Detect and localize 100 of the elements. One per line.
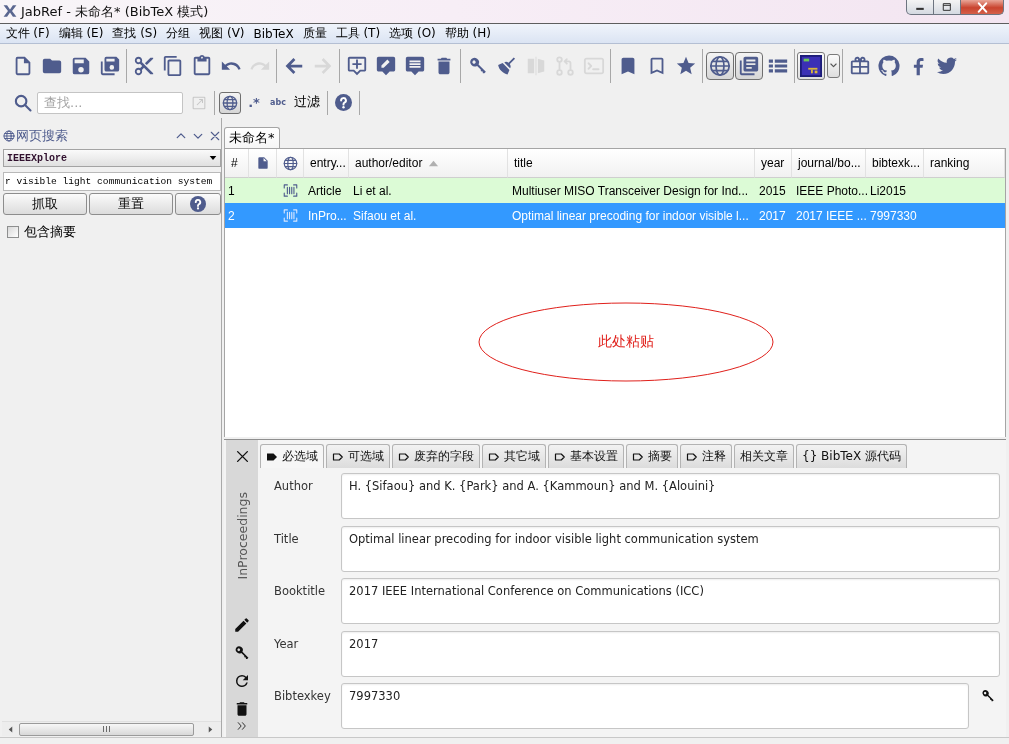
menu-item[interactable]: 文件 (F) <box>1 25 55 42</box>
copy-icon[interactable] <box>161 54 184 77</box>
stacked-pages-icon <box>737 54 760 77</box>
app-tile-icon <box>800 54 822 77</box>
field-label: Author <box>273 478 314 495</box>
comment-pencil-icon[interactable] <box>374 54 397 77</box>
column-header[interactable]: ranking <box>924 149 1005 178</box>
file-icon <box>255 156 270 170</box>
dropdown-button[interactable] <box>827 53 840 78</box>
fetch-button[interactable]: 抓取 <box>3 193 87 215</box>
table-cell-text: 7997330 <box>869 207 918 225</box>
comment-plus-icon[interactable] <box>345 54 368 77</box>
column-header[interactable]: entry... <box>304 149 349 178</box>
column-header[interactable] <box>249 149 277 178</box>
menu-item[interactable]: 选项 (O) <box>384 25 441 42</box>
editor-tab[interactable]: 摘要 <box>626 444 678 468</box>
library-tab[interactable]: 未命名* <box>224 127 280 148</box>
table-cell-text: Li et al. <box>352 182 393 200</box>
annotation-text: 此处粘贴 <box>598 333 654 351</box>
editor-tab[interactable]: 必选域 <box>260 444 324 468</box>
global-search-toggle[interactable] <box>219 91 241 114</box>
editor-tab[interactable]: 可选域 <box>326 444 390 468</box>
app-button[interactable] <box>797 51 825 80</box>
table-cell-text: 2015 <box>758 182 787 200</box>
field-label: Bibtexkey <box>273 688 332 705</box>
pencil-icon[interactable] <box>233 616 251 634</box>
regex-toggle[interactable]: .* <box>243 91 265 114</box>
reset-button[interactable]: 重置 <box>89 193 173 215</box>
web-search-toggle[interactable] <box>705 51 734 80</box>
menu-item[interactable]: BibTeX <box>249 26 299 41</box>
chevron-down-icon[interactable] <box>193 131 203 141</box>
table-cell-text: 2017 <box>758 207 787 225</box>
menu-item[interactable]: 工具 (T) <box>331 25 385 42</box>
maximize-button[interactable] <box>934 0 961 15</box>
entry-editor-toggle[interactable] <box>734 51 763 80</box>
text-field[interactable]: 2017 IEEE International Conference on Communications (ICC) <box>341 578 1000 624</box>
table-cell-text: IEEE Photo... <box>795 182 866 200</box>
table-cell-text: 2 <box>227 207 236 225</box>
text-field[interactable]: 2017 <box>341 630 1000 677</box>
close-icon[interactable] <box>235 450 249 463</box>
table-cell-text: Multiuser MISO Transceiver Design for Ind... <box>511 182 750 200</box>
column-header[interactable]: # <box>225 149 249 178</box>
menu-item[interactable]: 视图 (V) <box>194 25 250 42</box>
case-sensitive-toggle[interactable]: abc <box>267 91 289 114</box>
table-cell-text: Article <box>307 182 343 200</box>
filter-toggle[interactable]: 过滤 <box>291 91 323 114</box>
column-header[interactable]: journal/bo... <box>792 149 866 178</box>
query-field[interactable]: r visible light communication system <box>3 172 221 191</box>
chevron-up-icon[interactable] <box>176 131 186 141</box>
search-field[interactable]: 查找... <box>37 91 183 114</box>
menu-item[interactable]: 质量 <box>298 25 332 42</box>
key-icon[interactable] <box>233 644 251 662</box>
menu-item[interactable]: 编辑 (E) <box>54 25 108 42</box>
column-header[interactable]: title <box>508 149 755 178</box>
text-field[interactable]: Optimal linear precoding for indoor visible light communication system <box>341 525 1000 572</box>
column-header[interactable]: author/editor <box>349 149 508 178</box>
dropdown-arrow-icon <box>209 154 217 162</box>
gift-icon[interactable] <box>848 54 871 77</box>
text-field[interactable]: 7997330 <box>341 683 969 729</box>
tag-outline-icon <box>398 450 410 463</box>
editor-tab[interactable]: 基本设置 <box>548 444 624 468</box>
table-row[interactable]: 1 Article Li et al. Multiuser MISO Transceiver Design for Ind... 2015 IEEE Photo... Li2015 <box>225 178 1005 203</box>
tag-outline-icon <box>554 450 566 463</box>
field-label: Booktitle <box>273 583 327 600</box>
minimize-button[interactable] <box>906 0 934 15</box>
floppy-disks-icon[interactable] <box>98 54 121 77</box>
menu-item[interactable]: 帮助 (H) <box>440 25 496 42</box>
checkbox-label: 包含摘要 <box>24 223 76 241</box>
scrollbar-thumb[interactable] <box>19 722 194 736</box>
help-icon[interactable] <box>335 94 352 111</box>
editor-tab[interactable]: 注释 <box>680 444 732 468</box>
tag-outline-icon <box>488 450 500 463</box>
checkbox[interactable] <box>7 226 19 238</box>
double-chevron-icon[interactable] <box>237 721 247 731</box>
menu-item[interactable]: 分组 <box>161 25 195 42</box>
help-button[interactable] <box>175 193 221 215</box>
app-logo-icon <box>3 4 17 18</box>
comment-lines-icon[interactable] <box>403 54 426 77</box>
table-cell-text: Li2015 <box>869 182 908 200</box>
editor-tab[interactable]: {} BibTeX 源代码 <box>796 444 907 468</box>
key-icon[interactable] <box>979 688 996 704</box>
editor-tab[interactable]: 废弃的字段 <box>392 444 480 468</box>
table-cell-text: Optimal linear precoding for indoor visible l... <box>511 207 750 225</box>
editor-tab[interactable]: 其它域 <box>482 444 546 468</box>
scroll-left-icon[interactable] <box>7 725 14 733</box>
refresh-icon[interactable] <box>233 672 251 690</box>
horizontal-scrollbar[interactable] <box>2 721 221 736</box>
scissors-icon[interactable] <box>132 54 155 77</box>
column-header[interactable]: bibtexk... <box>866 149 924 178</box>
close-icon[interactable] <box>210 131 220 141</box>
menu-item[interactable]: 查找 (S) <box>107 25 162 42</box>
search-icon[interactable] <box>14 93 32 112</box>
column-header[interactable]: year <box>755 149 792 178</box>
column-header[interactable] <box>277 149 304 178</box>
engine-dropdown[interactable]: IEEEXplore <box>3 149 221 167</box>
scroll-right-icon[interactable] <box>207 725 214 733</box>
text-field[interactable]: H. {Sifaou} and K. {Park} and A. {Kammoun} and M. {Alouini} <box>341 473 1000 519</box>
tag-outline-icon <box>332 450 344 463</box>
editor-tab[interactable]: 相关文章 <box>734 444 794 468</box>
close-button[interactable] <box>961 0 1004 15</box>
